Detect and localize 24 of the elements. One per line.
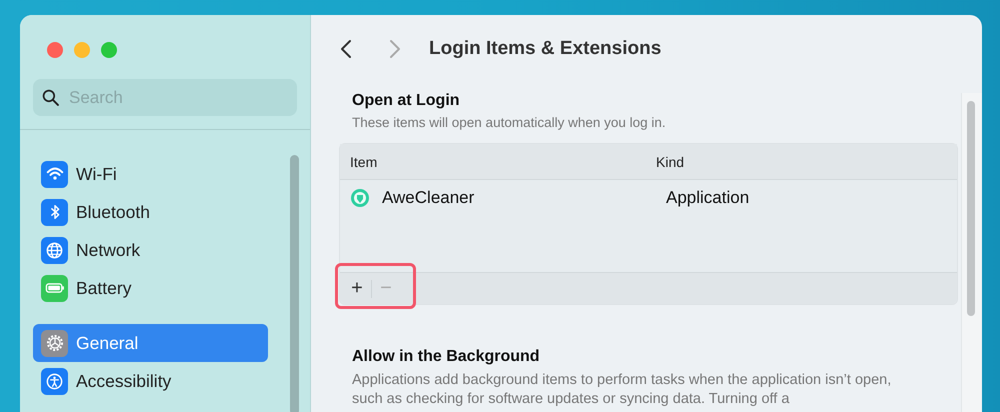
table-cell: Application xyxy=(666,188,750,206)
minimize-button[interactable] xyxy=(74,42,90,58)
sidebar-item[interactable]: Battery xyxy=(33,269,268,307)
scrollbar[interactable] xyxy=(290,155,299,412)
sidebar-item[interactable]: General xyxy=(33,324,268,362)
close-button[interactable] xyxy=(47,42,63,58)
sidebar-item[interactable]: Bluetooth xyxy=(33,193,268,231)
page-title: Login Items & Extensions xyxy=(429,38,662,60)
table-cell: AweCleaner xyxy=(382,188,474,208)
app-icon xyxy=(350,188,370,208)
sidebar-item[interactable]: Network xyxy=(33,231,268,269)
section-description: Applications add background items to perform tasks when the application isn’t open, such as checking for software updates or syncing data. Turning off a xyxy=(352,371,892,409)
section-title: Allow in the Background xyxy=(352,348,541,366)
column-header[interactable]: Item xyxy=(340,154,652,170)
sidebar-item[interactable]: Accessibility xyxy=(33,362,268,400)
scrollbar-thumb[interactable] xyxy=(967,101,975,316)
forward-chevron-icon[interactable] xyxy=(389,39,401,59)
add-button[interactable]: + xyxy=(343,276,371,302)
section-title: Open at Login xyxy=(352,92,461,110)
column-header[interactable]: Kind xyxy=(652,154,684,170)
back-chevron-icon[interactable] xyxy=(340,39,352,59)
sidebar-item[interactable]: Wi-Fi xyxy=(33,155,268,193)
zoom-button[interactable] xyxy=(101,42,117,58)
section-description: These items will open automatically when you log in. xyxy=(352,115,667,130)
